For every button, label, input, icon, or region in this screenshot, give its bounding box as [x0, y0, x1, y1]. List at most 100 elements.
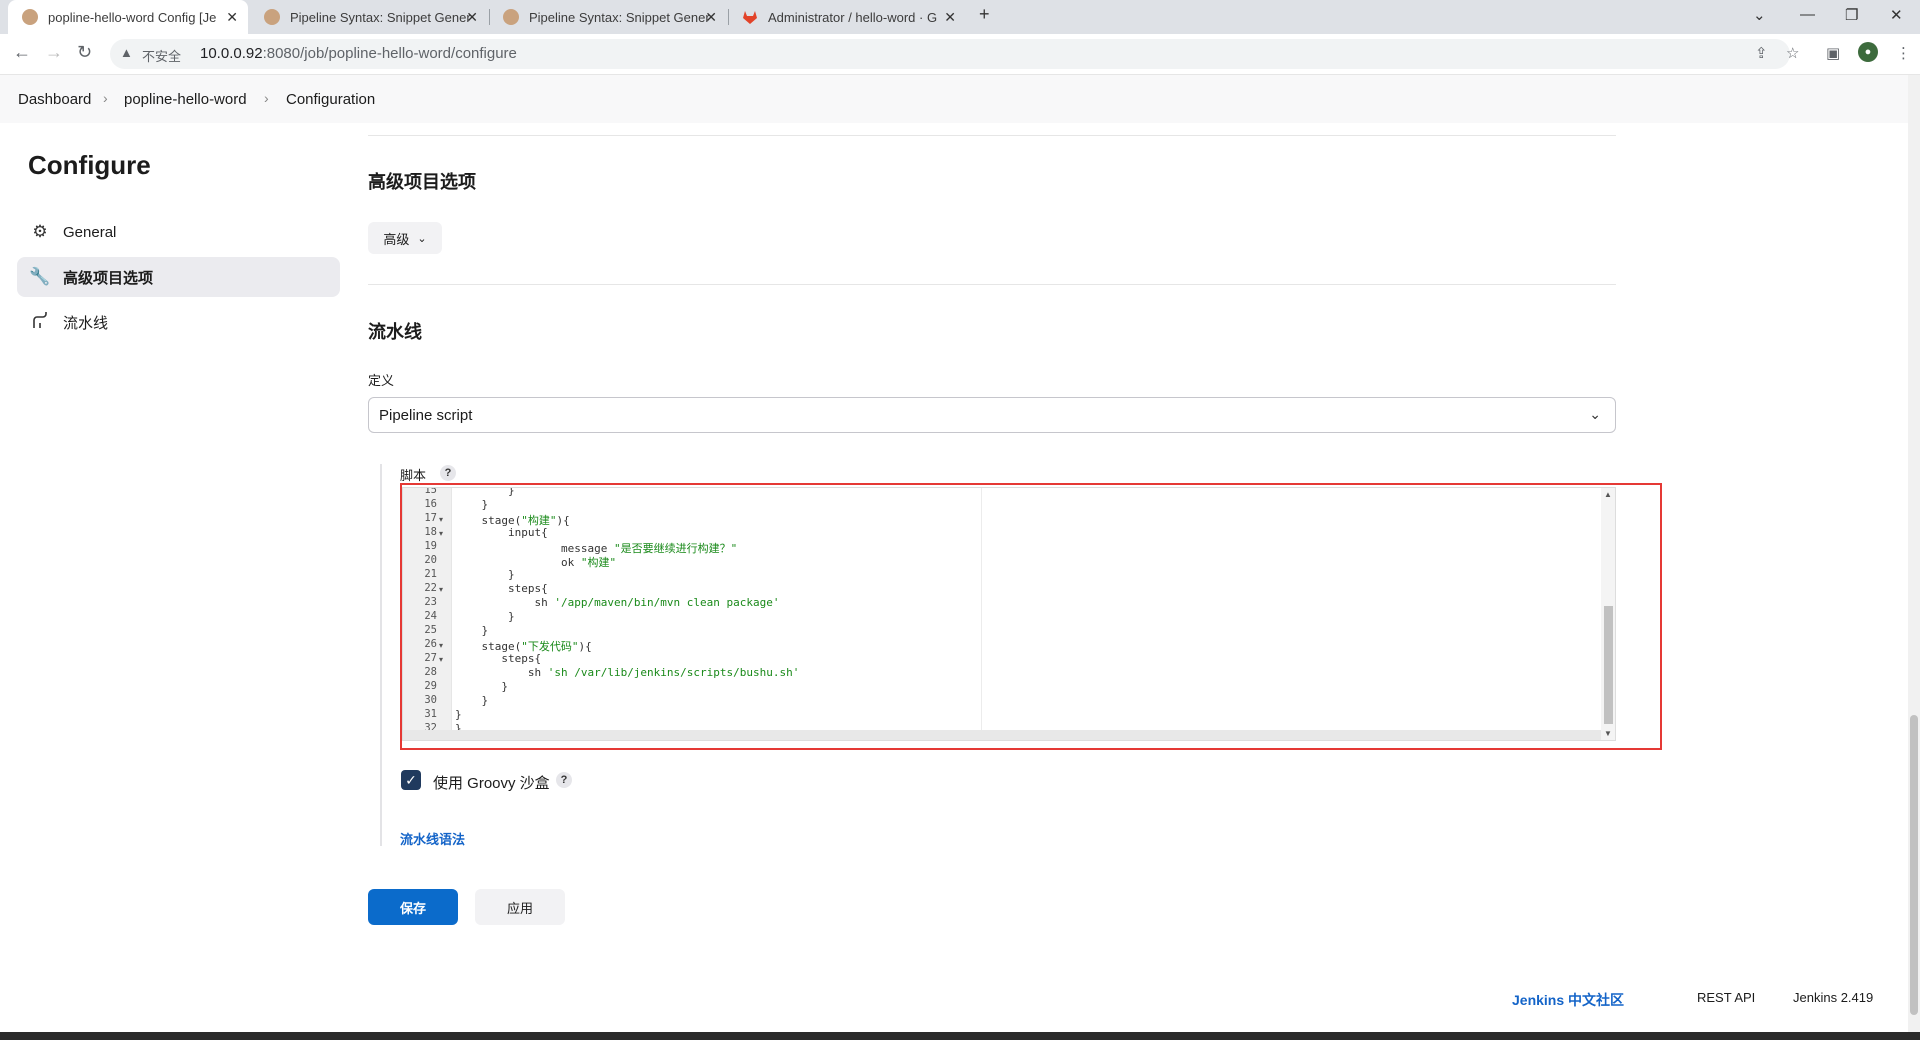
- warning-icon[interactable]: ▲: [120, 45, 133, 60]
- code-line[interactable]: sh '/app/maven/bin/mvn clean package': [455, 596, 779, 609]
- chevron-right-icon: ›: [264, 90, 269, 106]
- chevron-down-icon[interactable]: ⌄: [1753, 6, 1766, 24]
- reload-icon[interactable]: ↻: [77, 42, 92, 63]
- sidebar-item-label: 流水线: [63, 314, 109, 332]
- groovy-sandbox-checkbox[interactable]: ✓: [401, 770, 421, 790]
- star-icon[interactable]: ☆: [1786, 44, 1799, 62]
- code-line[interactable]: }: [455, 610, 515, 623]
- browser-tab-title: Pipeline Syntax: Snippet Gener: [290, 9, 470, 25]
- footer-community-link[interactable]: Jenkins 中文社区: [1512, 990, 1624, 1010]
- code-line[interactable]: }: [455, 708, 462, 721]
- jenkins-favicon-icon: [22, 9, 38, 25]
- forward-arrow-icon[interactable]: →: [45, 42, 63, 63]
- profile-avatar-icon[interactable]: ●: [1858, 42, 1878, 62]
- breadcrumb-configuration[interactable]: Configuration: [286, 91, 375, 108]
- menu-dots-icon[interactable]: ⋮: [1896, 44, 1911, 62]
- window-close-icon[interactable]: ✕: [1890, 6, 1903, 24]
- script-label: 脚本: [400, 468, 427, 483]
- close-icon[interactable]: ✕: [705, 9, 717, 26]
- browser-toolbar: ← → ↻ ▲ 不安全 10.0.0.92:8080/job/popline-h…: [0, 34, 1920, 75]
- fold-arrow-icon[interactable]: ▾: [439, 515, 443, 524]
- fold-arrow-icon[interactable]: ▾: [439, 641, 443, 650]
- breadcrumb: Dashboard › popline-hello-word › Configu…: [0, 75, 1908, 123]
- insecure-label[interactable]: 不安全: [142, 46, 181, 65]
- back-arrow-icon[interactable]: ←: [13, 42, 31, 63]
- new-tab-button[interactable]: +: [979, 4, 990, 25]
- line-number: 22: [424, 582, 437, 594]
- url-path: :8080/job/popline-hello-word/configure: [262, 45, 517, 62]
- maximize-icon[interactable]: ❐: [1845, 6, 1858, 24]
- browser-tab-title: Administrator / hello-word · G: [768, 9, 938, 25]
- page-scrollbar[interactable]: [1908, 75, 1920, 1040]
- sidebar-item-advanced[interactable]: 🔧 高级项目选项: [17, 257, 340, 297]
- print-margin: [981, 488, 982, 740]
- code-line[interactable]: }: [455, 680, 508, 693]
- line-number: 20: [424, 554, 437, 566]
- browser-tab-strip: popline-hello-word Config [Je ✕ Pipeline…: [0, 0, 1920, 34]
- pipeline-syntax-link[interactable]: 流水线语法: [400, 829, 465, 848]
- help-icon[interactable]: ?: [556, 772, 572, 788]
- editor-scrollbar[interactable]: ▲ ▼: [1601, 488, 1615, 740]
- code-line[interactable]: steps{: [455, 582, 548, 595]
- code-line[interactable]: sh 'sh /var/lib/jenkins/scripts/bushu.sh…: [455, 666, 800, 679]
- code-line[interactable]: }: [455, 568, 515, 581]
- jenkins-favicon-icon: [264, 9, 280, 25]
- close-icon[interactable]: ✕: [944, 9, 956, 26]
- fold-arrow-icon[interactable]: ▾: [439, 529, 443, 538]
- groovy-sandbox-label[interactable]: 使用 Groovy 沙盒: [433, 772, 550, 793]
- editor-horizontal-scrollbar[interactable]: [403, 730, 1601, 740]
- scroll-down-icon[interactable]: ▼: [1604, 729, 1612, 738]
- share-icon[interactable]: ⇪: [1755, 44, 1768, 62]
- line-number: 26: [424, 638, 437, 650]
- line-number: 25: [424, 624, 437, 636]
- scrollbar-thumb[interactable]: [1604, 606, 1613, 724]
- address-bar[interactable]: ▲ 不安全 10.0.0.92:8080/job/popline-hello-w…: [110, 39, 1790, 69]
- line-number: 27: [424, 652, 437, 664]
- save-button[interactable]: 保存: [368, 889, 458, 925]
- browser-tab-title: popline-hello-word Config [Je: [48, 9, 217, 25]
- chevron-right-icon: ›: [103, 90, 108, 106]
- scroll-up-icon[interactable]: ▲: [1604, 490, 1612, 499]
- definition-select[interactable]: Pipeline script ⌄: [368, 397, 1616, 433]
- browser-tab-0[interactable]: popline-hello-word Config [Je ✕: [8, 0, 248, 34]
- help-icon[interactable]: ?: [440, 465, 456, 481]
- browser-tab-3[interactable]: Administrator / hello-word · G ✕: [728, 0, 966, 34]
- code-line[interactable]: }: [455, 498, 488, 511]
- pipeline-section-title: 流水线: [368, 322, 422, 342]
- sidebar-item-pipeline[interactable]: 流水线: [17, 302, 340, 342]
- breadcrumb-dashboard[interactable]: Dashboard: [18, 91, 91, 108]
- code-line[interactable]: }: [455, 624, 488, 637]
- sidebar-item-label: General: [63, 223, 117, 241]
- chevron-down-icon: ⌄: [417, 232, 427, 245]
- close-icon[interactable]: ✕: [466, 9, 478, 26]
- breadcrumb-job[interactable]: popline-hello-word: [124, 91, 247, 108]
- fold-arrow-icon[interactable]: ▾: [439, 655, 443, 664]
- browser-tab-2[interactable]: Pipeline Syntax: Snippet Gener ✕: [489, 0, 727, 34]
- close-icon[interactable]: ✕: [226, 9, 238, 26]
- line-number: 23: [424, 596, 437, 608]
- code-line[interactable]: steps{: [455, 652, 541, 665]
- scrollbar-thumb[interactable]: [1910, 715, 1918, 1015]
- fold-arrow-icon[interactable]: ▾: [439, 585, 443, 594]
- code-line[interactable]: input{: [455, 526, 548, 539]
- advanced-button[interactable]: 高级 ⌄: [368, 222, 442, 254]
- sidebar-item-label: 高级项目选项: [63, 269, 154, 287]
- sidebar-toggle-icon[interactable]: ▣: [1826, 44, 1840, 62]
- url-host: 10.0.0.92: [200, 45, 263, 62]
- code-line[interactable]: }: [455, 488, 515, 497]
- line-number: 21: [424, 568, 437, 580]
- footer-version[interactable]: Jenkins 2.419: [1793, 990, 1873, 1005]
- definition-select-value: Pipeline script: [379, 406, 473, 424]
- browser-tab-1[interactable]: Pipeline Syntax: Snippet Gener ✕: [250, 0, 488, 34]
- line-number: 31: [424, 708, 437, 720]
- url-text[interactable]: 10.0.0.92:8080/job/popline-hello-word/co…: [200, 45, 517, 62]
- gitlab-favicon-icon: [742, 9, 758, 25]
- apply-button[interactable]: 应用: [475, 889, 565, 925]
- sidebar-item-general[interactable]: ⚙ General: [17, 212, 340, 252]
- pipeline-icon: [29, 311, 51, 334]
- line-number: 29: [424, 680, 437, 692]
- code-line[interactable]: }: [455, 694, 488, 707]
- footer-rest-api-link[interactable]: REST API: [1697, 990, 1755, 1005]
- script-editor[interactable]: 15 16 17 ▾ 18 ▾ 19 20 21 22 ▾ 23 24 25 26 ▾ 27 ▾ 28 29 30 31 3…: [402, 487, 1616, 741]
- minimize-icon[interactable]: —: [1800, 6, 1815, 23]
